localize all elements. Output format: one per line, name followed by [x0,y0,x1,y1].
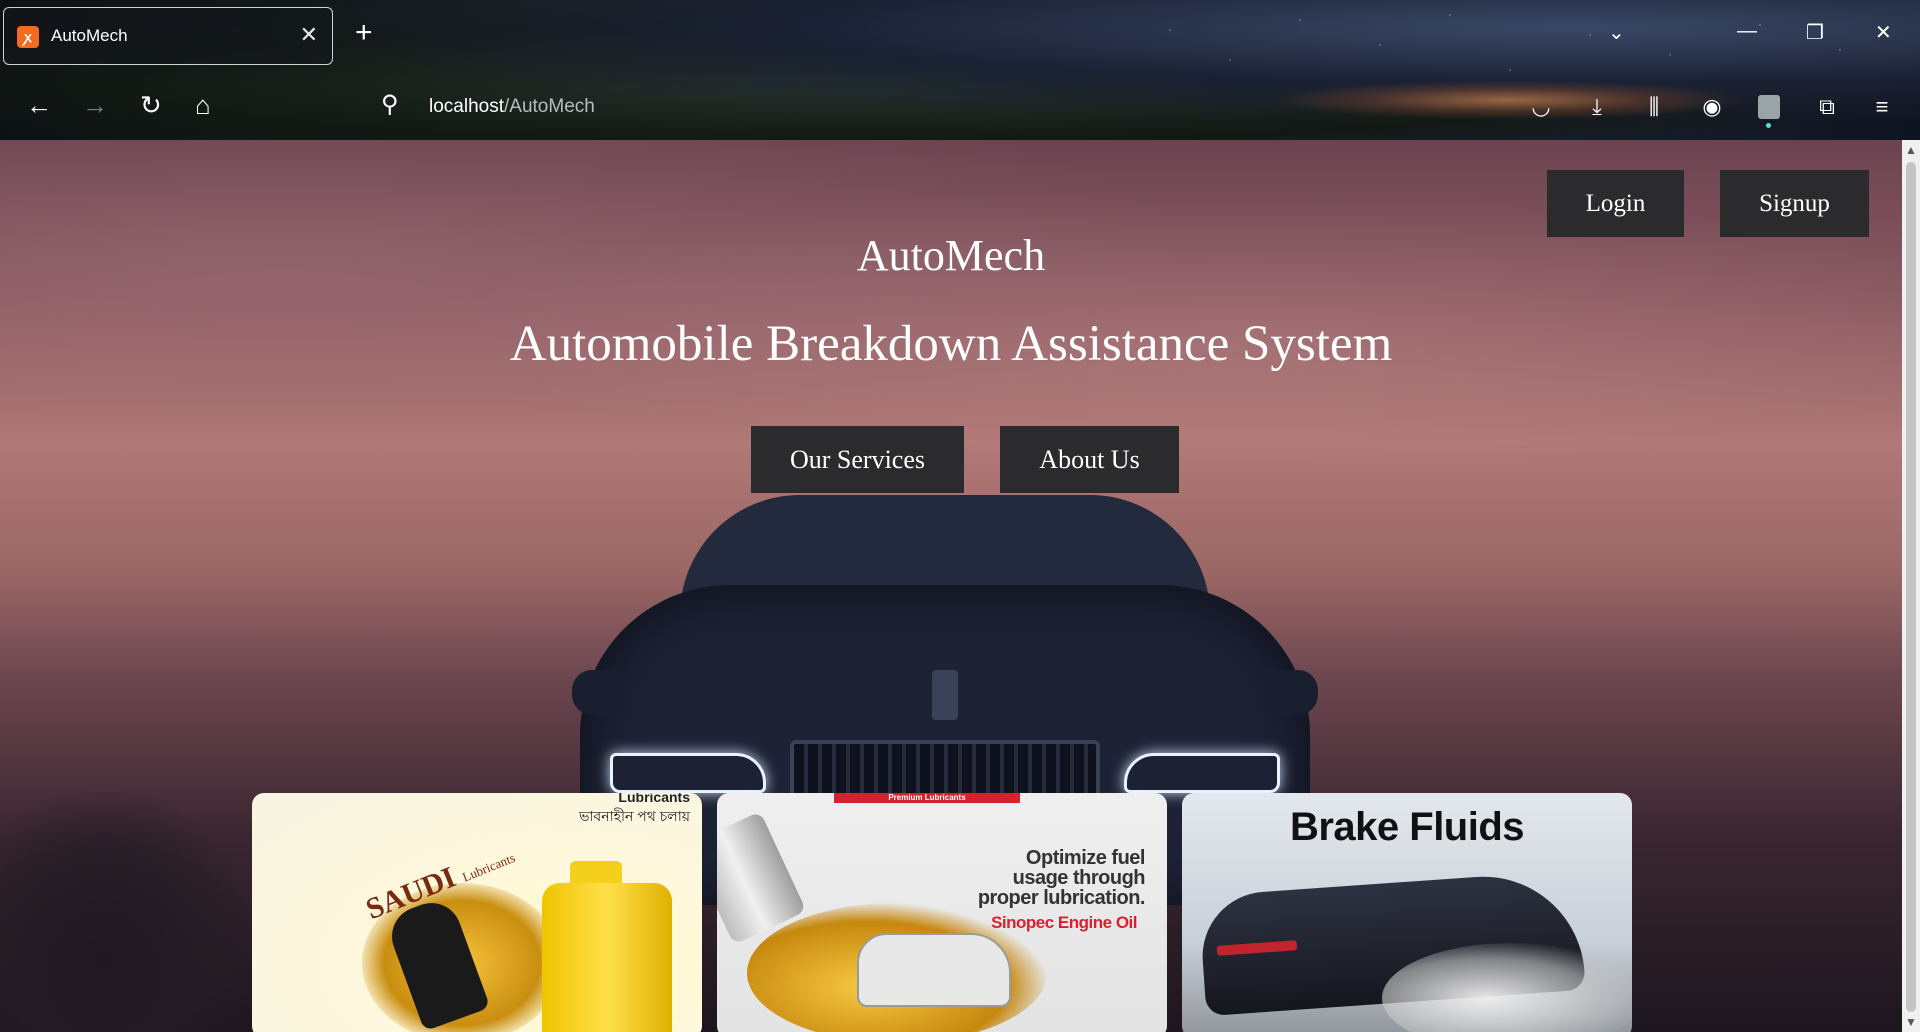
pocket-icon[interactable]: ◡ [1527,94,1555,120]
signup-button[interactable]: Signup [1720,170,1869,237]
extension-icon[interactable] [1758,95,1780,119]
url-path: /AutoMech [504,96,595,117]
tab-title: AutoMech [51,26,128,45]
card-headline-line: Optimize fuel [1025,847,1146,869]
search-icon: ⚲ [381,91,399,118]
card-headline-line: proper lubrication. [977,887,1146,909]
card-brand: Sinopec Engine Oil [991,913,1137,932]
page-viewport: Login Signup AutoMech Automobile Breakdo… [0,140,1902,1032]
site-tagline: Automobile Breakdown Assistance System [509,316,1393,372]
login-button[interactable]: Login [1547,170,1684,237]
tab-close-icon[interactable]: ✕ [300,22,318,48]
reload-icon[interactable]: ↻ [140,92,162,118]
forward-icon[interactable]: → [82,92,108,118]
oil-jug-graphic [542,883,672,1032]
site-name: AutoMech [856,231,1046,280]
back-icon[interactable]: ← [26,92,52,118]
xampp-icon: ꭗ [17,26,39,48]
card-sub-text: ভাবনাহীন পথ চলায় [578,808,690,824]
service-card-engine-oil[interactable]: Premium Lubricants Optimize fuel usage t… [717,793,1167,1032]
list-all-tabs-icon[interactable]: ⌄ [1608,20,1625,45]
browser-chrome: ꭗ AutoMech ✕ + ⌄ — ❐ ✕ ← → ↻ ⌂ ⚲ localho… [0,0,1920,140]
new-tab-button[interactable]: + [355,18,373,48]
car-headlight-right [1124,753,1280,793]
close-window-icon[interactable]: ✕ [1875,20,1892,45]
card-banner: Premium Lubricants [834,793,1020,803]
card-headline: Optimize fuel usage through proper lubri… [977,847,1146,909]
extension-status-dot [1766,123,1771,128]
card-brand-suffix: Lubricants [460,849,518,885]
car-mirror-right [1263,670,1318,715]
car-mirror-left [572,670,627,715]
suv-graphic [857,933,1011,1007]
page-scrollbar[interactable]: ▲ ▼ [1902,140,1920,1032]
car-headlight-left [610,753,766,793]
card-headline-line: usage through [1012,867,1146,889]
scroll-down-arrow[interactable]: ▼ [1902,1012,1920,1032]
restore-icon[interactable]: ❐ [1806,20,1824,45]
scrollbar-thumb[interactable] [1906,162,1916,1012]
card-top-text: Lubricants [618,793,690,805]
card-title: Brake Fluids [1289,805,1525,849]
service-card-lubricants[interactable]: Lubricants ভাবনাহীন পথ চলায় SAUDI Lubri… [252,793,702,1032]
extensions-icon[interactable]: ⧉ [1813,94,1841,120]
our-services-button[interactable]: Our Services [751,426,964,493]
car-emblem [932,670,958,720]
home-icon[interactable]: ⌂ [195,92,211,118]
minimize-icon[interactable]: — [1737,20,1757,43]
palm-trees-silhouette [0,790,260,1032]
downloads-icon[interactable]: ⤓ [1583,94,1611,120]
library-icon[interactable]: ⫼ [1640,94,1668,120]
about-us-button[interactable]: About Us [1000,426,1179,493]
account-icon[interactable]: ◉ [1698,94,1726,120]
menu-icon[interactable]: ≡ [1868,94,1896,120]
url-text[interactable]: localhost/AutoMech [429,96,595,118]
scroll-up-arrow[interactable]: ▲ [1902,140,1920,160]
browser-tab[interactable]: ꭗ AutoMech ✕ [3,7,333,65]
url-host: localhost [429,96,504,117]
service-card-brake-fluids[interactable]: Brake Fluids [1182,793,1632,1032]
url-bar[interactable]: ⚲ localhost/AutoMech [375,86,1475,126]
